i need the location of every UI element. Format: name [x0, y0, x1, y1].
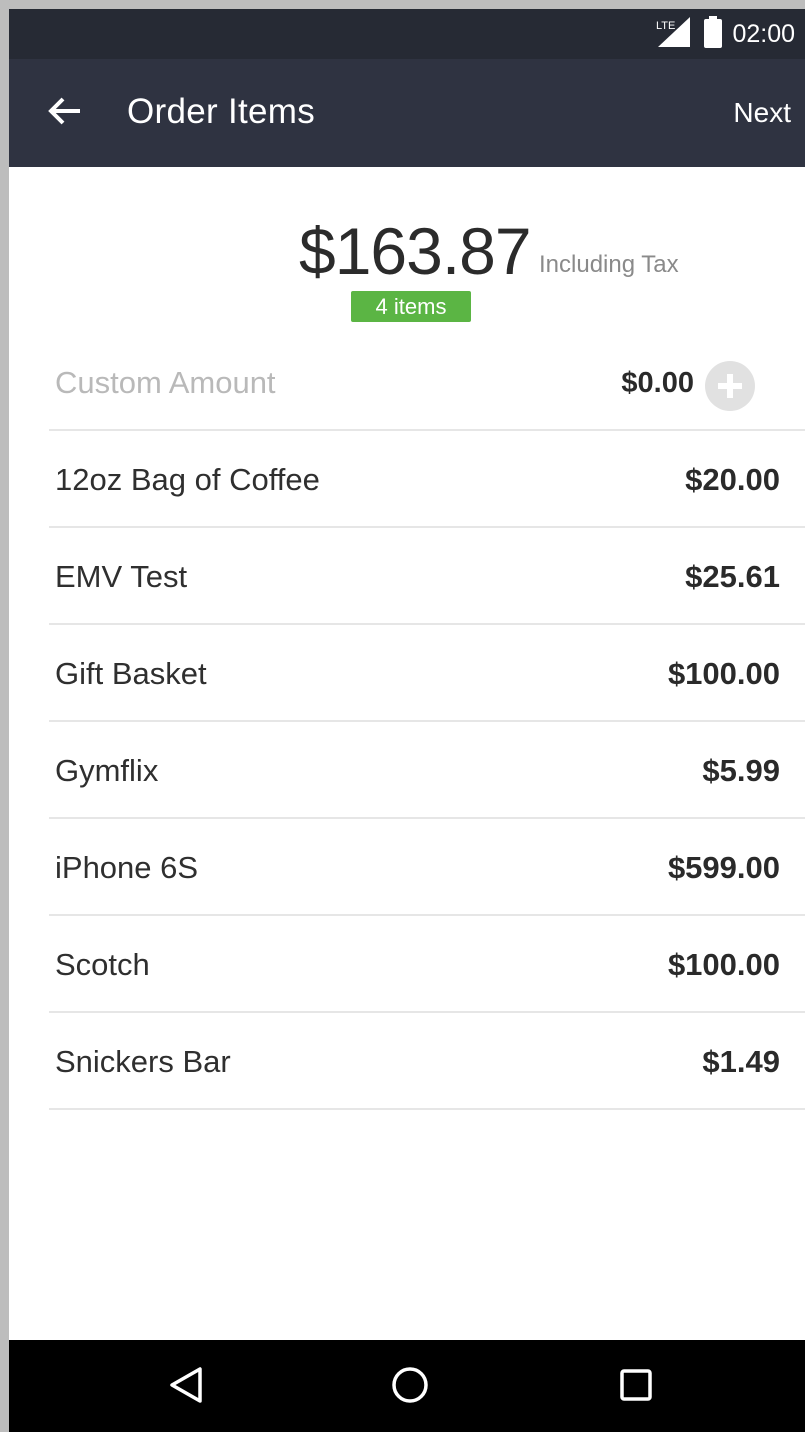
- back-button[interactable]: [39, 89, 91, 137]
- nav-recents-button[interactable]: [611, 1362, 661, 1412]
- circle-home-icon: [390, 1365, 430, 1410]
- item-price: $1.49: [702, 1044, 780, 1079]
- item-name: iPhone 6S: [55, 850, 199, 885]
- next-button[interactable]: Next: [733, 97, 791, 129]
- item-name: EMV Test: [55, 559, 188, 594]
- item-name: 12oz Bag of Coffee: [55, 462, 320, 497]
- order-total: $163.87 Including Tax: [9, 209, 805, 289]
- status-bar: LTE 02:00: [9, 9, 805, 59]
- list-item[interactable]: Snickers Bar $1.49: [49, 1012, 805, 1110]
- list-item[interactable]: 12oz Bag of Coffee $20.00: [49, 430, 805, 528]
- page-title: Order Items: [127, 92, 316, 131]
- item-price: $25.61: [685, 559, 780, 594]
- status-time: 02:00: [732, 19, 795, 48]
- nav-home-button[interactable]: [385, 1362, 435, 1412]
- item-price: $599.00: [667, 850, 780, 885]
- item-name: Gymflix: [55, 753, 159, 788]
- item-name: Scotch: [55, 947, 150, 982]
- custom-amount-label: Custom Amount: [55, 365, 276, 400]
- tax-note: Including Tax: [539, 251, 679, 278]
- item-price: $20.00: [685, 462, 780, 497]
- svg-text:LTE: LTE: [656, 20, 675, 32]
- item-price: $100.00: [667, 656, 780, 691]
- device-frame-top: [0, 0, 805, 9]
- item-name: Snickers Bar: [55, 1044, 231, 1079]
- android-nav-bar: [9, 1340, 805, 1432]
- list-item[interactable]: EMV Test $25.61: [49, 527, 805, 625]
- status-icons: LTE 02:00: [654, 9, 795, 59]
- total-amount: $163.87: [299, 214, 532, 288]
- lte-signal-icon: LTE: [654, 15, 694, 54]
- custom-amount-row[interactable]: Custom Amount $0.00: [49, 333, 805, 431]
- arrow-left-icon: [48, 96, 82, 131]
- device-frame-left: [0, 0, 9, 1432]
- phone-screen: LTE 02:00 Order Items Next $163.87 Inclu…: [9, 9, 805, 1432]
- list-item[interactable]: iPhone 6S $599.00: [49, 818, 805, 916]
- battery-icon: [704, 15, 723, 53]
- list-item[interactable]: Gymflix $5.99: [49, 721, 805, 819]
- nav-back-button[interactable]: [161, 1362, 211, 1412]
- list-item[interactable]: Gift Basket $100.00: [49, 624, 805, 722]
- item-price: $5.99: [702, 753, 780, 788]
- items-count-badge: 4 items: [351, 291, 471, 322]
- triangle-back-icon: [168, 1365, 204, 1410]
- list-item[interactable]: Scotch $100.00: [49, 915, 805, 1013]
- custom-amount-price: $0.00: [621, 367, 694, 399]
- square-recents-icon: [618, 1367, 654, 1408]
- item-price: $100.00: [667, 947, 780, 982]
- item-name: Gift Basket: [55, 656, 207, 691]
- plus-circle-icon[interactable]: [705, 361, 755, 411]
- app-bar: Order Items Next: [9, 59, 805, 167]
